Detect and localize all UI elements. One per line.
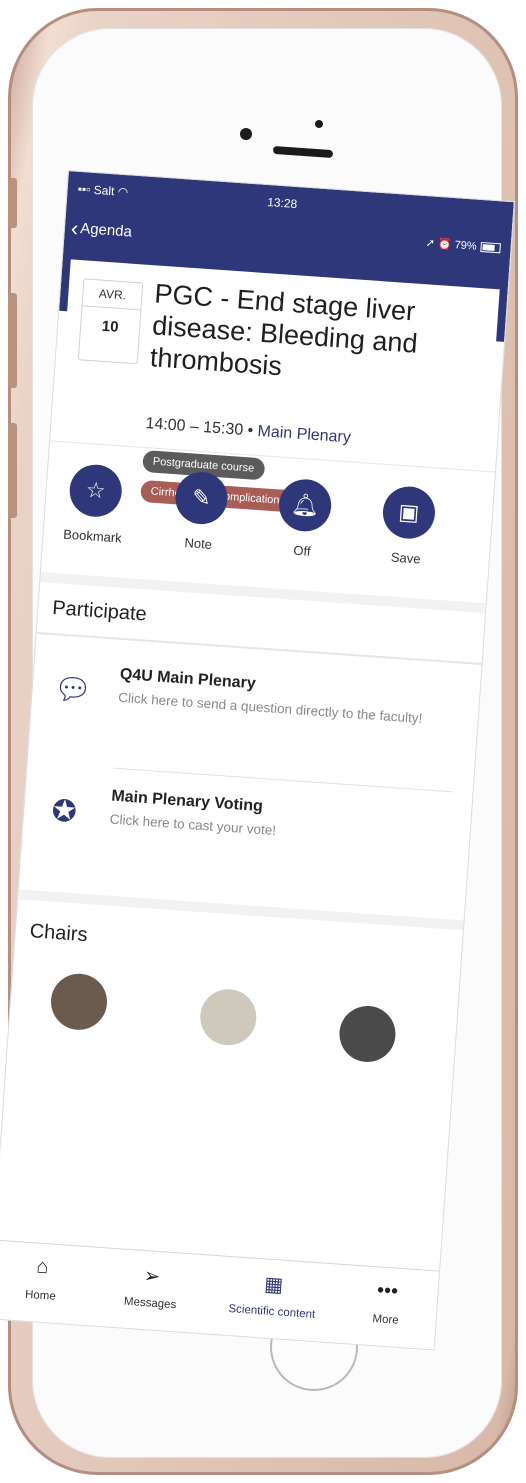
session-time-room: 14:00 – 15:30 • Main Plenary [144,415,351,447]
chevron-left-icon: ‹ [70,215,80,241]
avatar[interactable] [49,971,109,1032]
battery-indicator: ➚ ⏰ 79% [425,236,501,254]
tab-more[interactable]: ••• More [335,1277,438,1330]
voting-subtitle: Click here to cast your vote! [109,811,277,839]
star-icon: ☆ [67,462,124,519]
tab-scientific-content[interactable]: ▦ Scientific content [212,1268,335,1322]
back-button[interactable]: ‹Agenda [70,215,133,245]
participate-underline [36,631,482,666]
voting-item[interactable]: ✪ Main Plenary Voting Click here to cast… [21,782,471,883]
item-divider [113,767,453,793]
tab-more-label: More [372,1313,400,1327]
home-icon: ⌂ [35,1255,50,1279]
back-label: Agenda [79,220,133,241]
star-badge-icon: ✪ [50,794,78,830]
q4u-item[interactable]: 💬︎ Q4U Main Plenary Click here to send a… [29,660,479,771]
bookmark-label: Bookmark [62,526,123,546]
volume-up-button [8,293,17,388]
tab-scientific-label: Scientific content [228,1302,316,1322]
mute-switch [8,178,17,228]
session-title: PGC - End stage liver disease: Bleeding … [149,278,419,382]
bookmark-button[interactable]: ☆ Bookmark [47,462,142,547]
alert-toggle-button[interactable]: 🔔︎ Off [257,476,352,561]
tab-home-label: Home [24,1288,57,1303]
bell-icon: 🔔︎ [277,477,333,534]
volume-down-button [8,423,17,518]
status-time: 13:28 [266,194,298,212]
room-link[interactable]: Main Plenary [257,423,351,446]
avatar[interactable] [198,987,259,1048]
question-chat-icon: 💬︎ [52,672,93,708]
date-day: 10 [101,317,120,336]
session-time: 14:00 – 15:30 [144,415,244,439]
note-button[interactable]: ✎ Note [153,469,248,554]
paper-plane-icon: ➢ [142,1264,162,1289]
date-badge: AVR. 10 [77,278,144,365]
avatar[interactable] [337,1004,398,1064]
participate-title: Participate [51,597,148,626]
note-label: Note [184,535,213,552]
grid-icon: ▦ [263,1273,284,1297]
tab-home[interactable]: ⌂ Home [0,1252,93,1305]
carrier-name: Salt [93,182,115,199]
app-screen: ▪▪▫ Salt ◠ 13:28 ➚ ⏰ 79% ‹Agenda AVR. 10… [0,170,515,1351]
battery-percent: 79% [454,239,478,253]
proximity-sensor [315,120,323,128]
carrier-label: ▪▪▫ Salt ◠ [77,181,129,200]
tab-messages[interactable]: ➢ Messages [100,1260,203,1313]
separator-dot: • [246,422,254,440]
save-label: Save [390,549,422,567]
q4u-subtitle: Click here to send a question directly t… [117,689,423,727]
calendar-icon: ▣ [381,484,437,541]
more-icon: ••• [376,1279,399,1303]
front-camera [240,128,252,140]
date-month: AVR. [82,279,143,311]
battery-icon [480,242,501,254]
tab-messages-label: Messages [123,1295,177,1312]
note-icon: ✎ [173,470,230,526]
chairs-title: Chairs [29,920,89,947]
save-to-calendar-button[interactable]: ▣ Save [360,484,455,569]
alert-label: Off [292,542,312,559]
